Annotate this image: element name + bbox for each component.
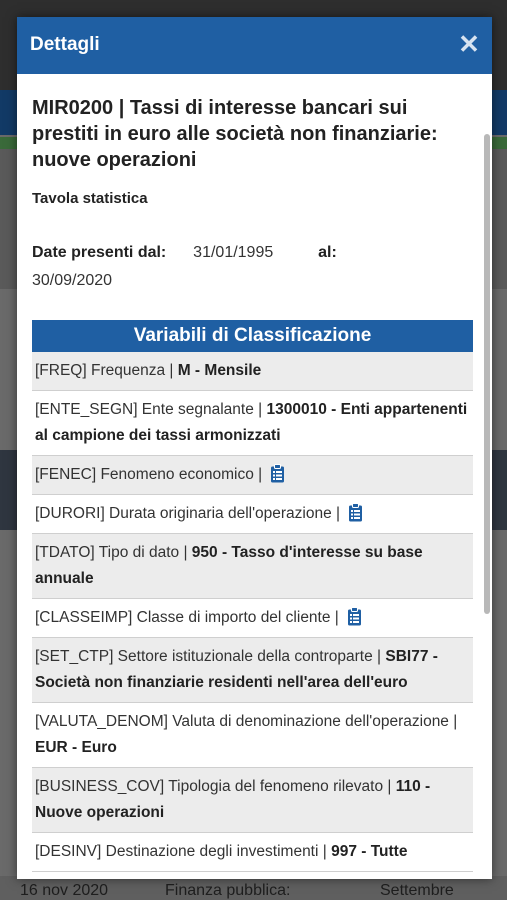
date-range: Date presenti dal: 31/01/1995 al: 30/09/… [32, 239, 473, 295]
classification-section-title: Variabili di Classificazione [32, 320, 473, 352]
classification-value: 997 - Tutte [331, 843, 408, 860]
classification-code: [VALUTA_DENOM] Valuta di denominazione d… [35, 713, 458, 730]
footer-month: Settembre [380, 882, 454, 899]
dates-label: Date presenti dal: [32, 244, 167, 261]
classification-list: [FREQ] Frequenza | M - Mensile [ENTE_SEGN… [32, 352, 473, 872]
classification-row: [DESINV] Destinazione degli investimenti… [32, 833, 473, 872]
modal-body[interactable]: MIR0200 | Tassi di interesse bancari sui… [17, 74, 492, 879]
classification-code: [TDATO] Tipo di dato | [35, 544, 192, 561]
classification-row: [FREQ] Frequenza | M - Mensile [32, 352, 473, 391]
details-modal: Dettagli ✕ MIR0200 | Tassi di interesse … [17, 17, 492, 879]
classification-code: [FENEC] Fenomeno economico | [35, 466, 267, 483]
close-icon[interactable]: ✕ [458, 29, 480, 59]
background-footer: 16 nov 2020 Finanza pubblica: Settembre [0, 876, 507, 900]
classification-value: EUR - Euro [35, 739, 117, 756]
classification-row: [DURORI] Durata originaria dell'operazio… [32, 495, 473, 534]
classification-value: M - Mensile [177, 362, 262, 379]
clipboard-list-icon[interactable] [348, 503, 363, 522]
dataset-type: Tavola statistica [32, 190, 148, 207]
classification-code: [FREQ] Frequenza | [35, 362, 178, 379]
scrollbar[interactable] [484, 134, 490, 614]
classification-row: [VALUTA_DENOM] Valuta di denominazione d… [32, 703, 473, 768]
classification-code: [SET_CTP] Settore istituzionale della co… [35, 648, 386, 665]
clipboard-list-icon[interactable] [347, 607, 362, 626]
classification-row: [BUSINESS_COV] Tipologia del fenomeno ri… [32, 768, 473, 833]
close-button[interactable]: ✕ [458, 31, 480, 57]
classification-row: [TDATO] Tipo di dato | 950 - Tasso d'int… [32, 534, 473, 599]
classification-row: [SET_CTP] Settore istituzionale della co… [32, 638, 473, 703]
footer-date: 16 nov 2020 [20, 882, 109, 899]
footer-category: Finanza pubblica: [165, 882, 291, 899]
date-to: 30/09/2020 [32, 272, 113, 289]
classification-row: [CLASSEIMP] Classe di importo del client… [32, 599, 473, 638]
modal-header: Dettagli ✕ [17, 17, 492, 74]
classification-code: [BUSINESS_COV] Tipologia del fenomeno ri… [35, 778, 396, 795]
dataset-title: MIR0200 | Tassi di interesse bancari sui… [32, 97, 438, 171]
classification-row: [FENEC] Fenomeno economico | [32, 456, 473, 495]
classification-code: [ENTE_SEGN] Ente segnalante | [35, 401, 267, 418]
classification-code: [DESINV] Destinazione degli investimenti… [35, 843, 332, 860]
dates-to-label: al: [318, 244, 337, 261]
clipboard-list-icon[interactable] [270, 464, 285, 483]
classification-code: [CLASSEIMP] Classe di importo del client… [35, 609, 344, 626]
modal-title: Dettagli [30, 34, 100, 55]
classification-row: [ENTE_SEGN] Ente segnalante | 1300010 - … [32, 391, 473, 456]
date-from: 31/01/1995 [193, 244, 274, 261]
classification-code: [DURORI] Durata originaria dell'operazio… [35, 505, 345, 522]
